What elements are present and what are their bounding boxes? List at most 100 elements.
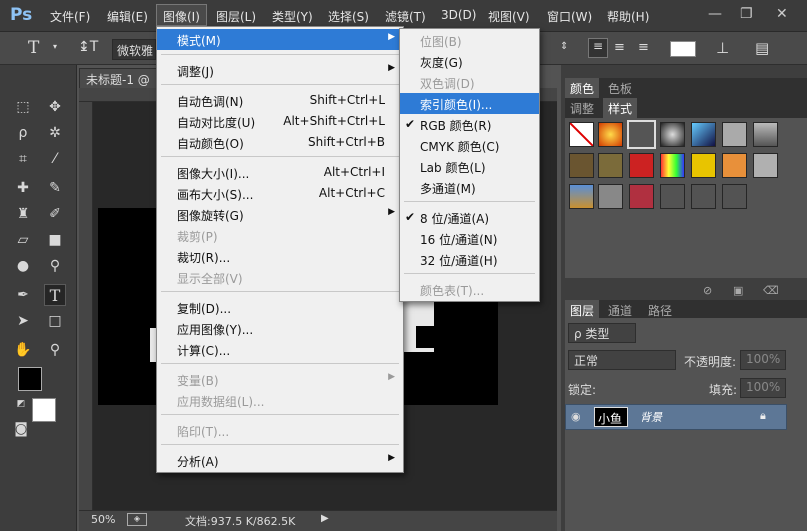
- menu-item-trap[interactable]: 陷印(T)...: [157, 420, 403, 441]
- menu-filter[interactable]: 滤镜(T): [385, 8, 426, 25]
- new-style-icon[interactable]: ▣: [733, 284, 743, 297]
- style-swatch[interactable]: [691, 122, 716, 147]
- menu-item-reveal-all[interactable]: 显示全部(V): [157, 267, 403, 288]
- menu-view[interactable]: 视图(V): [488, 8, 530, 25]
- default-colors-icon[interactable]: ◩: [10, 393, 32, 415]
- pen-tool-icon[interactable]: ✒: [12, 284, 34, 306]
- crop-tool-icon[interactable]: ⌗: [12, 148, 34, 170]
- tab-styles[interactable]: 样式: [603, 98, 638, 119]
- mode-item-cmyk[interactable]: CMYK 颜色(C): [400, 135, 539, 156]
- menu-type[interactable]: 类型(Y): [272, 8, 313, 25]
- style-swatch[interactable]: [569, 184, 594, 209]
- menu-item-image-rotation[interactable]: 图像旋转(G) ▶: [157, 204, 403, 225]
- menu-item-apply-image[interactable]: 应用图像(Y)...: [157, 318, 403, 339]
- style-swatch[interactable]: [722, 153, 747, 178]
- chevron-down-icon[interactable]: ▾: [53, 42, 57, 51]
- zoom-level[interactable]: 50%: [91, 513, 115, 526]
- status-menu-arrow-icon[interactable]: ▶: [321, 513, 329, 524]
- menu-item-canvas-size[interactable]: 画布大小(S)... Alt+Ctrl+C: [157, 183, 403, 204]
- mode-item-color-table[interactable]: 颜色表(T)...: [400, 279, 539, 300]
- menu-edit[interactable]: 编辑(E): [107, 8, 148, 25]
- history-brush-icon[interactable]: ✐: [44, 203, 66, 225]
- style-swatch[interactable]: [691, 153, 716, 178]
- maximize-icon[interactable]: ❐: [740, 6, 753, 22]
- style-none-swatch[interactable]: [569, 122, 594, 147]
- menu-file[interactable]: 文件(F): [50, 8, 90, 25]
- menu-3d[interactable]: 3D(D): [441, 8, 476, 22]
- delete-style-icon[interactable]: ⌫: [763, 284, 779, 297]
- menu-layer[interactable]: 图层(L): [216, 8, 256, 25]
- menu-item-calculations[interactable]: 计算(C)...: [157, 339, 403, 360]
- mode-item-bitmap[interactable]: 位图(B): [400, 30, 539, 51]
- rectangle-tool-icon[interactable]: □: [44, 310, 66, 332]
- character-panel-icon[interactable]: ▤: [755, 39, 769, 57]
- menu-item-auto-color[interactable]: 自动颜色(O) Shift+Ctrl+B: [157, 132, 403, 153]
- menu-item-mode[interactable]: 模式(M) ▶: [157, 29, 403, 50]
- style-swatch[interactable]: [598, 153, 623, 178]
- gradient-tool-icon[interactable]: ■: [44, 229, 66, 251]
- eye-visibility-icon[interactable]: ◉: [571, 410, 581, 423]
- menu-item-adjustments[interactable]: 调整(J) ▶: [157, 60, 403, 81]
- menu-item-trim[interactable]: 裁切(R)...: [157, 246, 403, 267]
- style-swatch[interactable]: [598, 122, 623, 147]
- layer-name[interactable]: 背景: [640, 409, 662, 425]
- tab-swatches[interactable]: 色板: [603, 78, 637, 99]
- style-swatch[interactable]: [753, 122, 778, 147]
- mode-item-16bit[interactable]: 16 位/通道(N): [400, 228, 539, 249]
- menu-item-apply-data-set[interactable]: 应用数据组(L)...: [157, 390, 403, 411]
- style-swatch[interactable]: [629, 153, 654, 178]
- mode-item-rgb[interactable]: ✔ RGB 颜色(R): [400, 114, 539, 135]
- proof-setup-icon[interactable]: ◈: [127, 513, 147, 526]
- type-tool-icon[interactable]: T: [28, 38, 39, 58]
- mode-item-indexed-color[interactable]: 索引颜色(I)...: [400, 93, 539, 114]
- tab-color[interactable]: 颜色: [565, 78, 600, 99]
- background-color-swatch[interactable]: [32, 398, 56, 422]
- style-swatch[interactable]: [660, 184, 685, 209]
- blur-tool-icon[interactable]: ●: [12, 255, 34, 277]
- dodge-tool-icon[interactable]: ⚲: [44, 255, 66, 277]
- style-swatch[interactable]: [722, 184, 747, 209]
- align-left-icon[interactable]: ≡: [588, 38, 608, 58]
- opacity-field[interactable]: 100%: [740, 350, 786, 370]
- move-tool-icon[interactable]: ✥: [44, 96, 66, 118]
- brush-tool-icon[interactable]: ✎: [44, 177, 66, 199]
- quick-mask-icon[interactable]: ◙: [10, 418, 32, 440]
- align-center-icon[interactable]: ≡: [614, 40, 625, 55]
- fill-field[interactable]: 100%: [740, 378, 786, 398]
- menu-select[interactable]: 选择(S): [328, 8, 369, 25]
- align-right-icon[interactable]: ≡: [638, 40, 649, 55]
- magic-wand-icon[interactable]: ✲: [44, 122, 66, 144]
- type-tool-selected-icon[interactable]: T: [44, 284, 66, 306]
- zoom-tool-icon[interactable]: ⚲: [44, 339, 66, 361]
- mode-item-32bit[interactable]: 32 位/通道(H): [400, 249, 539, 270]
- healing-brush-icon[interactable]: ✚: [12, 177, 34, 199]
- style-swatch-selected[interactable]: [627, 120, 656, 149]
- foreground-color-swatch[interactable]: [18, 367, 42, 391]
- style-swatch[interactable]: [660, 153, 685, 178]
- menu-image[interactable]: 图像(I): [156, 4, 207, 26]
- text-orientation-icon[interactable]: ↨T: [78, 39, 98, 55]
- eyedropper-icon[interactable]: ⁄: [44, 148, 66, 170]
- hand-tool-icon[interactable]: ✋: [12, 339, 34, 361]
- menu-item-crop[interactable]: 裁剪(P): [157, 225, 403, 246]
- mode-item-duotone[interactable]: 双色调(D): [400, 72, 539, 93]
- menu-help[interactable]: 帮助(H): [607, 8, 649, 25]
- marquee-tool-icon[interactable]: ⬚: [12, 96, 34, 118]
- lasso-tool-icon[interactable]: ρ: [12, 122, 34, 144]
- mode-item-grayscale[interactable]: 灰度(G): [400, 51, 539, 72]
- document-tab[interactable]: 未标题-1 @: [79, 68, 159, 88]
- eraser-icon[interactable]: ▱: [12, 229, 34, 251]
- warp-text-icon[interactable]: ⊥: [716, 39, 729, 57]
- style-swatch[interactable]: [660, 122, 685, 147]
- font-family-field[interactable]: 微软雅: [112, 39, 156, 60]
- path-selection-icon[interactable]: ➤: [12, 310, 34, 332]
- layer-filter-dropdown[interactable]: ρ 类型: [568, 323, 636, 343]
- menu-item-auto-contrast[interactable]: 自动对比度(U) Alt+Shift+Ctrl+L: [157, 111, 403, 132]
- menu-item-variables[interactable]: 变量(B) ▶: [157, 369, 403, 390]
- clone-stamp-icon[interactable]: ♜: [12, 203, 34, 225]
- menu-item-analysis[interactable]: 分析(A) ▶: [157, 450, 403, 471]
- style-swatch[interactable]: [753, 153, 778, 178]
- menu-item-image-size[interactable]: 图像大小(I)... Alt+Ctrl+I: [157, 162, 403, 183]
- text-color-swatch[interactable]: [670, 41, 696, 57]
- clear-style-icon[interactable]: ⊘: [703, 284, 712, 297]
